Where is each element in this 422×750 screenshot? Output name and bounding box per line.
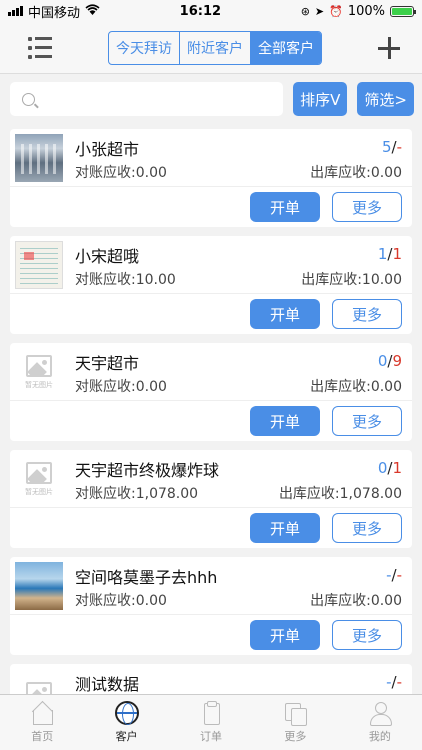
store-photo: [15, 562, 63, 610]
more-button[interactable]: 更多: [332, 299, 402, 329]
customer-card[interactable]: 暂无图片 天宇超市终极爆炸球 0/1 对账应收:1,078.00 出库应收:1,…: [10, 450, 412, 548]
wifi-icon: [85, 4, 100, 18]
more-button[interactable]: 更多: [332, 406, 402, 436]
search-icon: [22, 92, 35, 106]
customer-card[interactable]: 小宋超哦 1/1 对账应收:10.00 出库应收:10.00 开单 更多: [10, 236, 412, 334]
reconciled-receivable: 对账应收:0.00: [75, 165, 167, 181]
location-icon: ➤: [314, 4, 325, 18]
customer-name: 空间咯莫墨子去hhh: [75, 568, 218, 587]
carrier-label: 中国移动: [28, 5, 81, 21]
outbound-receivable: 出库应收:1,078.00: [278, 486, 402, 502]
order-icon: [199, 701, 223, 725]
customer-scope-tabs: 今天拜访 附近客户 全部客户: [108, 30, 322, 65]
filter-button[interactable]: 筛选>: [357, 82, 414, 116]
store-photo: [15, 241, 63, 289]
image-placeholder-icon: [26, 354, 52, 377]
store-photo: [15, 134, 63, 182]
tab-nearby-customers[interactable]: 附近客户: [179, 31, 250, 64]
visit-counts: -/-: [386, 566, 402, 584]
alarm-icon: ⏰: [329, 4, 343, 18]
image-placeholder-icon: [26, 461, 52, 484]
signal-icon: [8, 6, 23, 16]
reconciled-receivable: 对账应收:0.00: [75, 593, 167, 609]
tab-label: 订单: [200, 730, 223, 743]
more-button[interactable]: 更多: [332, 620, 402, 650]
no-image-label: 暂无图片: [25, 487, 53, 496]
sort-button[interactable]: 排序V: [293, 82, 348, 116]
tab-orders[interactable]: 订单: [169, 695, 253, 750]
tab-today-visits[interactable]: 今天拜访: [109, 32, 179, 64]
customer-name: 天宇超市: [75, 354, 140, 373]
tab-label: 首页: [31, 730, 54, 743]
open-order-button[interactable]: 开单: [250, 192, 320, 222]
visit-counts: 5/-: [381, 138, 402, 156]
menu-icon[interactable]: [28, 36, 52, 59]
bottom-tab-bar: 首页 客户 订单 更多 我的: [0, 694, 422, 750]
battery-icon: [390, 5, 416, 17]
more-icon: [283, 701, 308, 726]
tab-label: 更多: [284, 730, 307, 743]
tab-customers[interactable]: 客户: [84, 695, 168, 750]
clock: 16:12: [179, 3, 222, 19]
tab-label: 我的: [368, 730, 391, 743]
outbound-receivable: 出库应收:10.00: [301, 272, 402, 288]
home-icon: [30, 701, 54, 725]
customer-card[interactable]: 暂无图片 天宇超市 0/9 对账应收:0.00 出库应收:0.00 开单 更多: [10, 343, 412, 441]
tab-label: 客户: [115, 730, 138, 743]
open-order-button[interactable]: 开单: [250, 513, 320, 543]
customer-name: 天宇超市终极爆炸球: [75, 461, 220, 480]
more-button[interactable]: 更多: [332, 192, 402, 222]
customer-name: 测试数据: [75, 675, 140, 694]
no-image-placeholder: 暂无图片: [15, 348, 63, 396]
reconciled-receivable: 对账应收:0.00: [75, 379, 167, 395]
visit-counts: -/-: [386, 673, 402, 691]
search-input[interactable]: [41, 91, 284, 107]
lock-rotation-icon: ⊛: [300, 4, 310, 18]
search-row: 排序V 筛选>: [0, 74, 422, 124]
open-order-button[interactable]: 开单: [250, 299, 320, 329]
more-button[interactable]: 更多: [332, 513, 402, 543]
open-order-button[interactable]: 开单: [250, 406, 320, 436]
open-order-button[interactable]: 开单: [250, 620, 320, 650]
tab-all-customers[interactable]: 全部客户: [250, 31, 321, 64]
reconciled-receivable: 对账应收:1,078.00: [75, 486, 199, 502]
add-customer-icon[interactable]: [378, 36, 400, 59]
customer-list: 小张超市 5/- 对账应收:0.00 出库应收:0.00 开单 更多 小宋超哦 …: [0, 124, 422, 750]
battery-percent: 100%: [347, 3, 385, 19]
tab-more[interactable]: 更多: [253, 695, 337, 750]
globe-icon: [114, 701, 139, 725]
outbound-receivable: 出库应收:0.00: [310, 379, 402, 395]
outbound-receivable: 出库应收:0.00: [310, 165, 402, 181]
no-image-placeholder: 暂无图片: [15, 455, 63, 503]
search-box[interactable]: [10, 82, 284, 116]
header: 今天拜访 附近客户 全部客户: [0, 22, 422, 74]
tab-home[interactable]: 首页: [0, 695, 84, 750]
no-image-label: 暂无图片: [25, 380, 53, 389]
tab-profile[interactable]: 我的: [338, 695, 422, 750]
user-icon: [368, 701, 392, 726]
status-bar: 中国移动 16:12 ⊛ ➤ ⏰ 100%: [0, 0, 422, 22]
visit-counts: 0/9: [377, 352, 402, 370]
customer-name: 小宋超哦: [75, 247, 140, 266]
outbound-receivable: 出库应收:0.00: [310, 593, 402, 609]
customer-name: 小张超市: [75, 140, 140, 159]
reconciled-receivable: 对账应收:10.00: [75, 272, 176, 288]
customer-card[interactable]: 空间咯莫墨子去hhh -/- 对账应收:0.00 出库应收:0.00 开单 更多: [10, 557, 412, 655]
visit-counts: 0/1: [377, 459, 402, 477]
visit-counts: 1/1: [377, 245, 402, 263]
customer-card[interactable]: 小张超市 5/- 对账应收:0.00 出库应收:0.00 开单 更多: [10, 129, 412, 227]
